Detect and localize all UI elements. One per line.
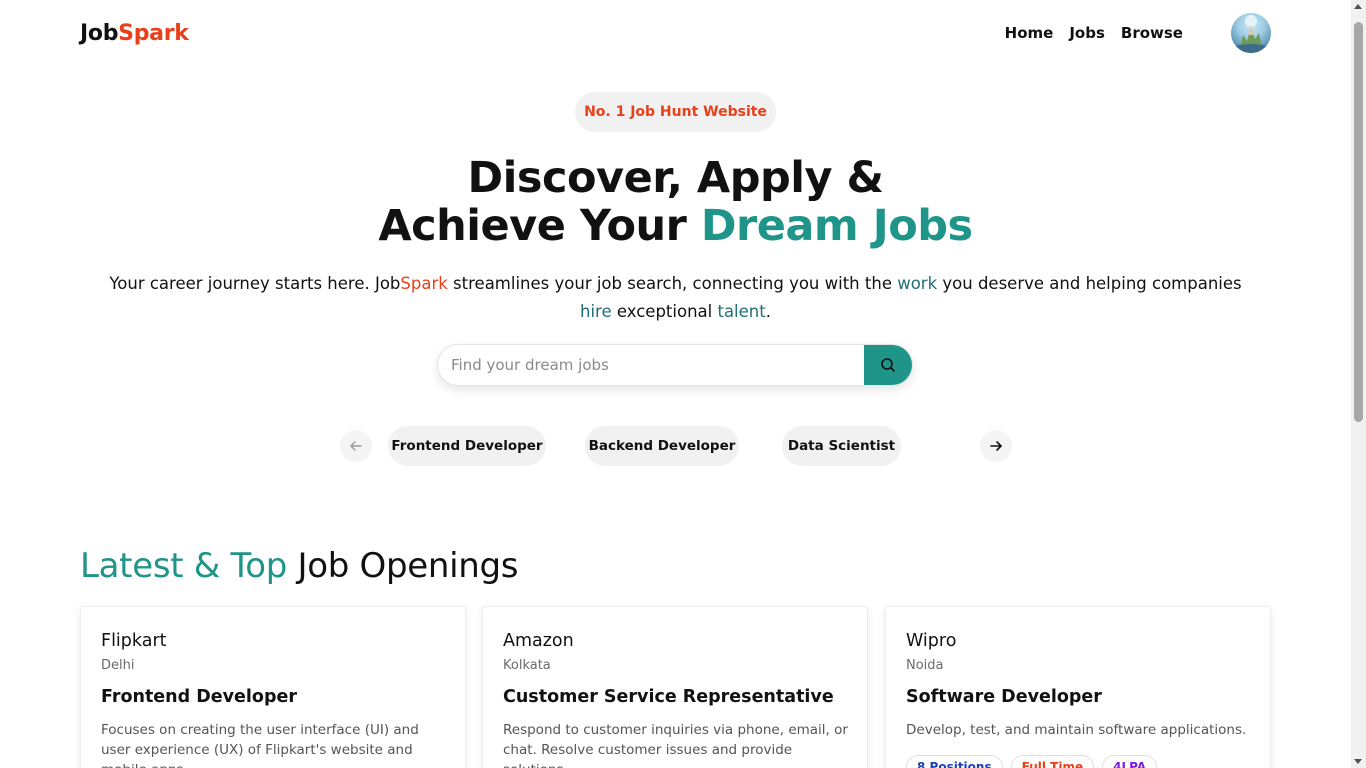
carousel-prev-button[interactable] — [340, 430, 372, 462]
card-company: Wipro — [906, 631, 957, 651]
card-company: Amazon — [503, 631, 574, 651]
search-input[interactable] — [438, 345, 864, 385]
page-scrollbar[interactable] — [1351, 0, 1366, 768]
card-company: Flipkart — [101, 631, 167, 651]
hero-badge: No. 1 Job Hunt Website — [575, 92, 776, 132]
category-chip[interactable]: Data Scientist — [782, 426, 901, 466]
arrow-right-icon — [990, 441, 1002, 451]
desc-brand: Spark — [400, 274, 448, 293]
section-title-accent: Latest & Top — [80, 546, 287, 586]
card-description: Focuses on creating the user interface (… — [101, 722, 419, 768]
logo[interactable]: JobSpark — [80, 21, 189, 46]
category-chip[interactable]: Backend Developer — [585, 426, 739, 466]
desc-part: Your career journey starts here. Job — [109, 274, 401, 293]
nav-right: Home Jobs Browse — [1005, 13, 1271, 53]
avatar-image-icon — [1231, 15, 1271, 53]
hero-title-accent: Dream Jobs — [700, 201, 973, 251]
section-title: Latest & Top Job Openings — [80, 546, 519, 586]
card-job-title: Customer Service Representative — [503, 687, 834, 707]
category-chip[interactable]: Frontend Developer — [388, 426, 546, 466]
job-card[interactable]: Wipro Noida Software Developer Develop, … — [885, 606, 1271, 768]
card-description: Develop, test, and maintain software app… — [906, 722, 1247, 738]
nav-links: Home Jobs Browse — [1005, 24, 1183, 42]
desc-highlight-talent: talent — [717, 302, 766, 321]
card-location: Noida — [906, 658, 944, 673]
hero-title-plain: Achieve Your — [378, 201, 701, 251]
hero-title-line1: Discover, Apply & — [467, 153, 884, 203]
logo-spark: Spark — [118, 20, 189, 46]
nav-link-browse[interactable]: Browse — [1121, 24, 1183, 42]
desc-part: you deserve and helping companies — [937, 274, 1242, 293]
job-type-badge: Full Time — [1010, 755, 1095, 768]
carousel-next-button[interactable] — [980, 430, 1012, 462]
desc-part: exceptional — [611, 302, 718, 321]
arrow-left-icon — [350, 441, 362, 451]
nav-link-jobs[interactable]: Jobs — [1069, 24, 1105, 42]
card-location: Kolkata — [503, 658, 551, 673]
hero-title: Discover, Apply & Achieve Your Dream Job… — [300, 154, 1051, 250]
positions-badge: 8 Positions — [906, 755, 1003, 768]
search-icon — [881, 358, 895, 372]
desc-highlight-work: work — [897, 274, 938, 293]
scroll-thumb[interactable] — [1354, 22, 1363, 422]
desc-part: streamlines your job search, connecting … — [447, 274, 898, 293]
salary-badge: 4LPA — [1102, 755, 1158, 768]
card-job-title: Software Developer — [906, 687, 1102, 707]
navbar: JobSpark Home Jobs Browse — [80, 0, 1271, 66]
card-job-title: Frontend Developer — [101, 687, 297, 707]
desc-highlight-hire: hire — [580, 302, 612, 321]
job-card[interactable]: Flipkart Delhi Frontend Developer Focuse… — [80, 606, 466, 768]
scroll-down-icon[interactable] — [1354, 759, 1362, 764]
nav-link-home[interactable]: Home — [1005, 24, 1054, 42]
scroll-up-icon[interactable] — [1354, 4, 1362, 9]
page: JobSpark Home Jobs Browse No. 1 Job Hunt… — [0, 0, 1351, 768]
card-location: Delhi — [101, 658, 135, 673]
hero-description: Your career journey starts here. JobSpar… — [100, 270, 1251, 326]
search-bar — [437, 344, 913, 386]
desc-part: . — [765, 302, 771, 321]
section-title-plain: Job Openings — [286, 546, 519, 586]
card-description: Respond to customer inquiries via phone,… — [503, 722, 848, 768]
logo-job: Job — [80, 20, 119, 46]
job-card[interactable]: Amazon Kolkata Customer Service Represen… — [482, 606, 868, 768]
avatar[interactable] — [1231, 13, 1271, 53]
hero-title-line2: Achieve Your Dream Jobs — [300, 202, 1051, 250]
category-carousel: Frontend Developer Backend Developer Dat… — [340, 426, 1012, 466]
card-tags: 8 Positions Full Time 4LPA — [906, 755, 1158, 768]
search-button[interactable] — [864, 345, 912, 385]
